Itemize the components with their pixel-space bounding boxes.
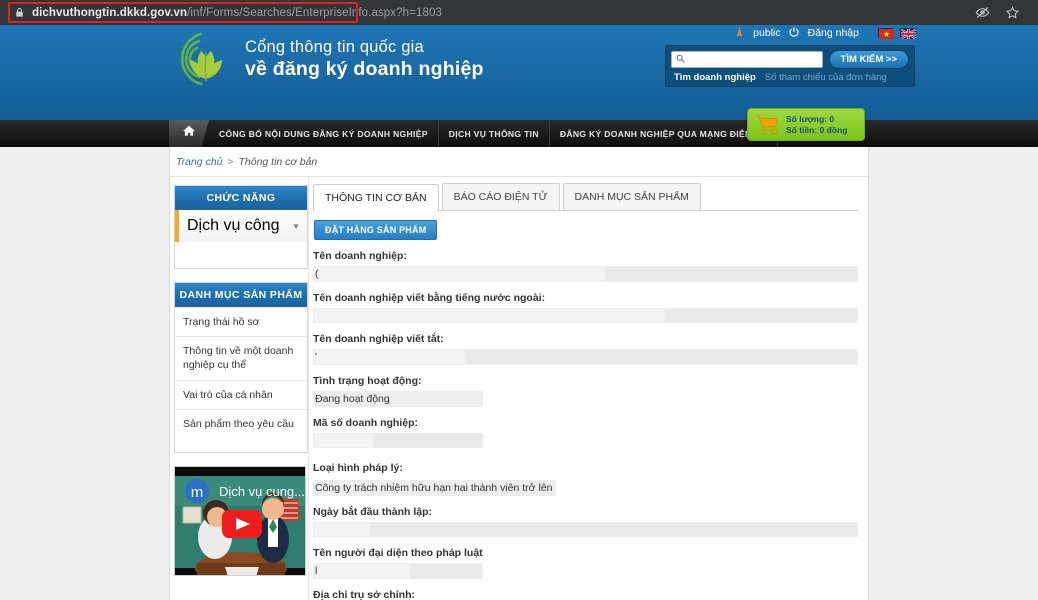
field-operating-status-value: Đang hoạt động	[313, 391, 483, 407]
field-enterprise-name-label: Tên doanh nghiệp:	[313, 250, 858, 262]
field-enterprise-name-value: (	[313, 266, 858, 282]
address-bar[interactable]: dichvuthongtin.dkkd.gov.vn/inf/Forms/Sea…	[32, 7, 442, 19]
browser-toolbar-actions	[974, 5, 1030, 21]
sidebar-item-dossier-status[interactable]: Trạng thái hồ sơ	[175, 307, 307, 336]
order-product-button[interactable]: ĐẶT HÀNG SẢN PHẨM	[314, 220, 437, 240]
user-strip: public Đăng nhập	[733, 26, 915, 39]
tab-product-catalog[interactable]: DANH MỤC SẢN PHẨM	[563, 183, 701, 210]
breadcrumb-current: Thông tin cơ bản	[238, 156, 317, 168]
sidebar-panel-products-footer	[175, 438, 307, 452]
url-domain: dichvuthongtin.dkkd.gov.vn	[32, 7, 187, 19]
flag-vietnam-icon[interactable]	[878, 28, 893, 38]
field-foreign-name-text	[315, 309, 665, 322]
site-header: Cổng thông tin quốc gia về đăng ký doanh…	[0, 25, 1038, 120]
sidebar-panel-functions-title: CHỨC NĂNG	[175, 186, 307, 210]
nav-home-button[interactable]	[169, 120, 209, 147]
breadcrumb-separator: >	[225, 156, 235, 168]
username-label: public	[753, 27, 780, 39]
url-path: /inf/Forms/Searches/EnterpriseInfo.aspx?…	[187, 7, 442, 19]
content-shell: Trang chủ > Thông tin cơ bản CHỨC NĂNG D…	[169, 147, 869, 600]
cart-quantity-label: Số lượng: 0	[786, 114, 847, 125]
power-icon[interactable]	[788, 26, 801, 39]
field-foreign-name-label: Tên doanh nghiệp viết bằng tiếng nước ng…	[313, 292, 858, 304]
field-abbreviated-name-text: '	[315, 350, 465, 364]
flag-uk-icon[interactable]	[900, 28, 915, 38]
field-enterprise-code-label: Mã số doanh nghiệp:	[313, 417, 858, 429]
main-navigation: CÔNG BỐ NỘI DUNG ĐĂNG KÝ DOANH NGHIỆP DỊ…	[0, 120, 1038, 147]
field-enterprise-code-value	[313, 433, 483, 448]
eye-slash-icon[interactable]	[974, 5, 990, 21]
svg-text:m: m	[191, 484, 204, 501]
site-title-line1: Cổng thông tin quốc gia	[245, 38, 484, 56]
field-establishment-date: Ngày bắt đầu thành lập:	[313, 506, 858, 537]
sidebar-item-enterprise-info[interactable]: Thông tin về một doanh nghiệp cụ thể	[175, 336, 307, 379]
search-button[interactable]: TÌM KIẾM >>	[829, 50, 909, 69]
home-icon	[182, 124, 196, 143]
field-foreign-name: Tên doanh nghiệp viết bằng tiếng nước ng…	[313, 292, 858, 323]
page-root: Cổng thông tin quốc gia về đăng ký doanh…	[0, 25, 1038, 600]
field-legal-representative-label: Tên người đại diện theo pháp luật	[313, 547, 858, 559]
sidebar-video-thumbnail[interactable]: m Dịch vụ cung...	[174, 466, 306, 576]
search-mode-tabs: Tìm doanh nghiệp Số tham chiếu của đơn h…	[671, 71, 909, 84]
search-input[interactable]	[688, 54, 818, 65]
main-content: THÔNG TIN CƠ BẢN BÁO CÁO ĐIỆN TỬ DANH MỤ…	[308, 177, 868, 600]
sidebar-panel-products-title: DANH MỤC SẢN PHẨM	[175, 283, 307, 307]
tab-basic-info[interactable]: THÔNG TIN CƠ BẢN	[313, 184, 439, 211]
star-icon[interactable]	[1004, 5, 1020, 21]
field-enterprise-code: Mã số doanh nghiệp:	[313, 417, 858, 448]
field-abbreviated-name-value: '	[313, 349, 858, 365]
field-legal-representative-value: l	[313, 563, 483, 579]
sidebar: CHỨC NĂNG Dịch vụ công ▼ DANH MỤC SẢN PH…	[170, 177, 308, 600]
content-tabs: THÔNG TIN CƠ BẢN BÁO CÁO ĐIỆN TỬ DANH MỤ…	[313, 183, 858, 211]
field-head-office-address: Địa chỉ trụ sở chính:	[313, 589, 858, 600]
user-avatar-icon	[733, 26, 746, 39]
sidebar-panel-products: DANH MỤC SẢN PHẨM Trạng thái hồ sơ Thông…	[174, 282, 308, 453]
field-establishment-date-value	[313, 522, 858, 537]
lock-icon	[12, 6, 26, 20]
field-head-office-address-label: Địa chỉ trụ sở chính:	[313, 589, 858, 600]
sidebar-item-custom-products[interactable]: Sản phẩm theo yêu cầu	[175, 409, 307, 438]
field-legal-form: Loại hình pháp lý: Công ty trách nhiệm h…	[313, 462, 858, 496]
sidebar-dropdown-public-service[interactable]: Dịch vụ công ▼	[175, 210, 307, 242]
nav-item-2[interactable]: ĐĂNG KÝ DOANH NGHIỆP QUA MẠNG ĐIỆN TỬ	[550, 120, 778, 147]
nav-item-0[interactable]: CÔNG BỐ NỘI DUNG ĐĂNG KÝ DOANH NGHIỆP	[209, 120, 439, 147]
sidebar-panel-functions-body	[175, 242, 307, 268]
sidebar-panel-functions: CHỨC NĂNG Dịch vụ công ▼	[174, 185, 308, 269]
shopping-cart-icon	[754, 114, 782, 136]
field-enterprise-name-text: (	[315, 267, 605, 281]
search-tab-order-reference[interactable]: Số tham chiếu của đơn hàng	[759, 71, 893, 84]
site-logo-block[interactable]: Cổng thông tin quốc gia về đăng ký doanh…	[175, 29, 484, 89]
field-legal-form-label: Loại hình pháp lý:	[313, 462, 858, 474]
field-operating-status-label: Tình trạng hoạt động:	[313, 375, 858, 387]
field-establishment-date-text	[315, 523, 370, 536]
browser-toolbar: dichvuthongtin.dkkd.gov.vn/inf/Forms/Sea…	[0, 0, 1038, 25]
sidebar-item-individual-role[interactable]: Vai trò của cá nhân	[175, 380, 307, 409]
sidebar-dropdown-label: Dịch vụ công	[187, 217, 280, 235]
field-legal-representative: Tên người đại diện theo pháp luật l	[313, 547, 858, 579]
svg-text:Dịch vụ cung...: Dịch vụ cung...	[219, 484, 305, 499]
site-title-line2: về đăng ký doanh nghiệp	[245, 59, 484, 80]
field-foreign-name-value	[313, 308, 858, 323]
search-input-wrapper[interactable]	[671, 51, 823, 68]
search-widget: TÌM KIẾM >> Tìm doanh nghiệp Số tham chi…	[665, 45, 915, 87]
search-tab-enterprise[interactable]: Tìm doanh nghiệp	[671, 71, 759, 84]
breadcrumb-home[interactable]: Trang chủ	[176, 156, 223, 168]
chevron-down-icon: ▼	[292, 222, 300, 231]
field-abbreviated-name: Tên doanh nghiệp viết tắt: '	[313, 333, 858, 365]
leaf-logo-icon	[175, 29, 237, 89]
breadcrumb: Trang chủ > Thông tin cơ bản	[170, 147, 868, 177]
field-enterprise-name: Tên doanh nghiệp: (	[313, 250, 858, 282]
field-legal-form-value: Công ty trách nhiệm hữu hạn hai thành vi…	[313, 480, 556, 496]
field-abbreviated-name-label: Tên doanh nghiệp viết tắt:	[313, 333, 858, 345]
field-establishment-date-label: Ngày bắt đầu thành lập:	[313, 506, 858, 518]
cart-amount-label: Số tiền: 0 đồng	[786, 125, 847, 136]
field-operating-status: Tình trạng hoạt động: Đang hoạt động	[313, 375, 858, 407]
field-legal-representative-text: l	[315, 564, 410, 578]
search-icon	[676, 54, 685, 65]
cart-summary-badge[interactable]: Số lượng: 0 Số tiền: 0 đồng	[747, 108, 865, 141]
tab-electronic-report[interactable]: BÁO CÁO ĐIỆN TỬ	[442, 183, 560, 210]
nav-item-1[interactable]: DỊCH VỤ THÔNG TIN	[439, 120, 550, 147]
login-link[interactable]: Đăng nhập	[808, 27, 859, 39]
field-enterprise-code-text	[315, 434, 373, 447]
